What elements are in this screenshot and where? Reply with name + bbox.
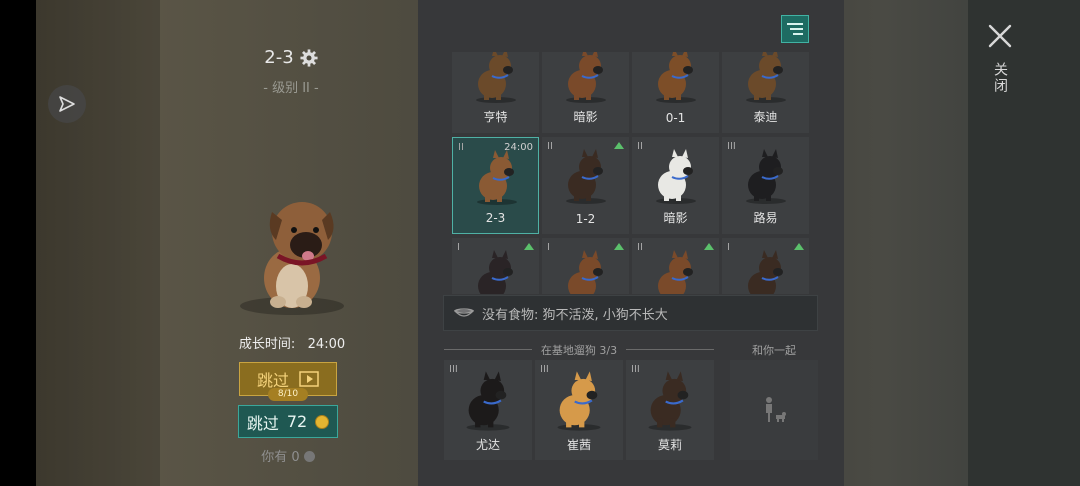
dog-name: 0-1 [665,111,686,125]
walk-dog-cell[interactable]: III 莫莉 [626,360,714,460]
dog-cell[interactable]: II [632,238,719,294]
walk-section-header: 在基地遛狗 3/3 [444,342,714,357]
send-icon[interactable] [48,85,86,123]
dog-cell[interactable]: II 24:00 2-3 [452,137,539,234]
walk-section-label: 在基地遛狗 [540,344,596,357]
dog-icon [470,250,522,294]
dog-icon [740,52,792,103]
walk-dog-cell[interactable]: III 崔茜 [535,360,623,460]
dog-name: 1-2 [575,212,596,226]
food-notice: 没有食物: 狗不活泼, 小狗不长大 [443,295,818,331]
dog-name: 泰迪 [753,110,778,124]
tier-label: II [458,142,464,153]
skip-coin-cost: 72 [286,412,308,431]
dog-cell[interactable]: I [722,238,809,294]
grow-time-value: 24:00 [307,337,346,352]
filter-button[interactable] [781,15,809,43]
upgrade-arrow-icon [614,243,624,250]
tier-label: III [449,364,458,375]
tier-label: III [540,364,549,375]
puppy-image [240,202,344,315]
dog-icon [740,250,792,294]
with-you-slot[interactable] [730,360,818,460]
dog-name: 尤达 [475,438,500,452]
dog-cell[interactable]: III 路易 [722,137,809,234]
food-bowl-icon [454,308,474,317]
dog-cell[interactable]: 泰迪 [722,52,809,133]
tier-label: II [637,242,643,253]
level-title-text: 2-3 [264,47,294,68]
level-subtitle: - 级别 II - [263,81,319,96]
dog-name: 2-3 [485,211,506,225]
upgrade-arrow-icon [794,243,804,250]
skip-coin-button[interactable]: 跳过 72 [238,405,338,438]
video-ad-icon [299,371,319,387]
dog-grid: 亨特 暗影 0-1 泰迪 II 24:00 2-3 II 1-2 II 暗影 I… [452,52,810,294]
dog-name: 路易 [753,211,778,225]
tier-label: III [631,364,640,375]
walk-dog-cell[interactable]: III 尤达 [444,360,532,460]
grow-time: 成长时间: 24:00 [222,333,362,352]
dog-icon [560,149,612,204]
upgrade-arrow-icon [704,243,714,250]
dog-name: 莫莉 [657,438,682,452]
you-have-value: 0 [291,450,300,465]
tier-label: I [547,242,550,253]
dog-icon [471,150,523,205]
you-have-label: 你有 [261,450,288,465]
dog-icon [650,250,702,294]
dog-icon [650,149,702,204]
close-icon[interactable] [986,22,1014,50]
upgrade-arrow-icon [524,243,534,250]
dog-icon [560,52,612,103]
right-shade [968,0,1080,486]
left-shade [36,0,160,486]
dog-icon [551,370,607,432]
tier-label: I [727,242,730,253]
tier-label: II [637,141,643,152]
dog-cell[interactable]: I [452,238,539,294]
skip-coin-label: 跳过 [246,413,279,433]
food-notice-text: 没有食物: 狗不活泼, 小狗不长大 [482,307,668,323]
dog-cell[interactable]: 0-1 [632,52,719,133]
dog-icon [460,370,516,432]
dog-name: 崔茜 [566,438,591,452]
dog-name: 暗影 [573,110,598,124]
coin-icon [303,451,315,462]
ad-count-badge: 8/10 [268,388,308,401]
dog-icon [740,149,792,204]
gear-icon[interactable] [300,48,318,67]
walk-section-count: 3/3 [599,344,618,357]
dog-cell[interactable]: II 暗影 [632,137,719,234]
person-with-dog-icon [766,397,786,422]
dog-name: 暗影 [663,211,688,225]
dog-name: 亨特 [483,110,508,124]
filter-icon [787,23,803,35]
tier-label: I [457,242,460,253]
you-have: 你有 0 [238,446,338,465]
coin-icon [315,414,330,429]
tier-label: II [547,141,553,152]
dog-cell[interactable]: 暗影 [542,52,629,133]
dog-cell[interactable]: II 1-2 [542,137,629,234]
dog-icon [470,52,522,103]
dog-icon [650,52,702,103]
dog-cell[interactable]: 亨特 [452,52,539,133]
level-title: 2-3 [236,47,346,68]
dog-icon [642,370,698,432]
dog-cell[interactable]: I [542,238,629,294]
dog-icon [560,250,612,294]
grow-time-label: 成长时间: [238,337,296,352]
tier-label: III [727,141,736,152]
upgrade-arrow-icon [614,142,624,149]
with-you-header: 和你一起 [752,344,796,357]
close-label[interactable]: 关闭 [990,62,1010,94]
